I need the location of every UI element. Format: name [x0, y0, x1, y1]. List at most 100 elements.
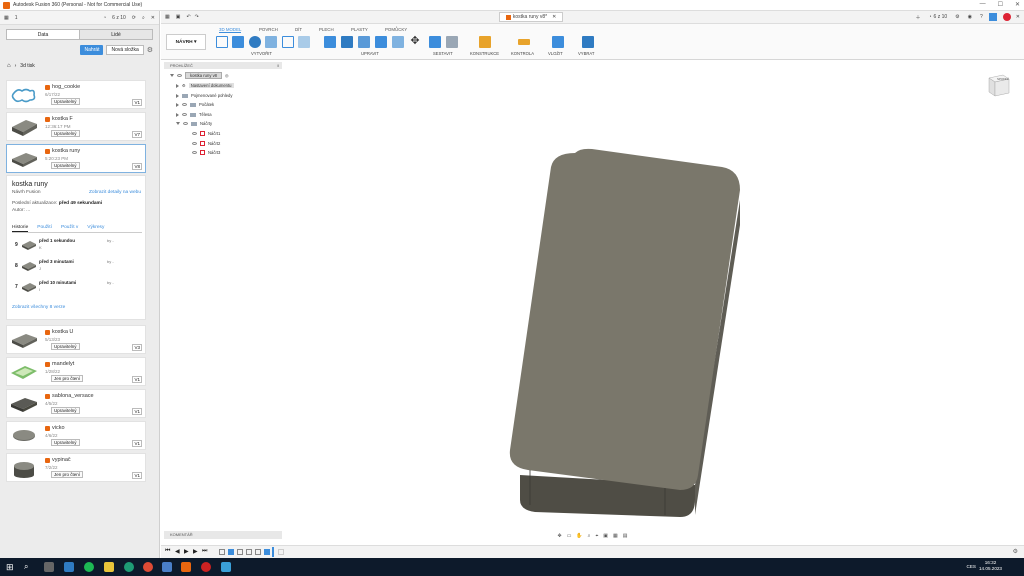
timeline-fillet-icon[interactable]	[264, 549, 270, 555]
press-pull-icon[interactable]	[324, 36, 336, 48]
grid-icon[interactable]: ▦	[165, 14, 170, 20]
history-row[interactable]: 7 před 10 minutami I by -	[15, 279, 143, 295]
tab-plastics[interactable]: PLASTY	[351, 27, 368, 32]
combine-icon[interactable]	[392, 36, 404, 48]
comments-bar[interactable]: KOMENTÁŘ	[164, 531, 282, 539]
expand-icon[interactable]	[176, 122, 180, 125]
look-at-icon[interactable]: ▭	[567, 533, 572, 539]
fit-icon[interactable]: ⌖	[595, 533, 598, 539]
browser-item[interactable]: Náčrty	[176, 119, 212, 128]
list-item[interactable]: sablona_versace 4/5/22 Upravitelný V1	[6, 389, 146, 418]
close-panel-icon[interactable]: ✕	[151, 15, 155, 21]
fusion-taskbar-icon[interactable]	[181, 562, 191, 572]
version-dropdown[interactable]: V1	[132, 99, 142, 106]
chamfer-icon[interactable]	[358, 36, 370, 48]
permission-dropdown[interactable]: Upravitelný	[51, 407, 80, 414]
new-component-icon[interactable]	[429, 36, 441, 48]
app-icon[interactable]	[221, 562, 231, 572]
timeline-suppressed-icon[interactable]	[278, 549, 284, 555]
timeline-sketch-icon[interactable]	[219, 549, 225, 555]
close-icon[interactable]: ✕	[1015, 1, 1020, 8]
help-icon[interactable]: ?	[980, 14, 983, 20]
permission-dropdown[interactable]: Jen pro čtení	[51, 471, 84, 478]
close-tab-icon[interactable]: ✕	[552, 14, 556, 20]
activate-icon[interactable]: ◎	[225, 73, 229, 78]
timeline-forward-icon[interactable]: ▶	[193, 548, 198, 555]
input-language[interactable]: CES	[967, 564, 976, 569]
version-dropdown[interactable]: V8	[132, 163, 142, 170]
breadcrumb-folder[interactable]: 3d tisk	[20, 63, 34, 69]
workspace-selector[interactable]: NÁVRH ▾	[166, 34, 206, 50]
browser-item[interactable]: Tělesa	[176, 110, 212, 119]
close-icon[interactable]: ✕	[1016, 14, 1020, 20]
windows-start-icon[interactable]: ⊞	[6, 562, 16, 572]
browser-sketch-item[interactable]: Náčrt3	[192, 148, 220, 157]
tab-surface[interactable]: POVRCH	[259, 27, 278, 32]
expand-icon[interactable]	[176, 93, 179, 98]
task-view-icon[interactable]	[44, 562, 54, 572]
permission-dropdown[interactable]: Upravitelný	[51, 343, 80, 350]
gear-icon[interactable]: ⚙	[147, 46, 153, 54]
file-explorer-icon[interactable]	[104, 562, 114, 572]
user-menu[interactable]: 1	[15, 15, 18, 21]
account-icon[interactable]	[988, 13, 997, 21]
joint-icon[interactable]	[446, 36, 458, 48]
history-row[interactable]: 8 před 3 minutami J by -	[15, 258, 143, 274]
permission-dropdown[interactable]: Jen pro čtení	[51, 375, 84, 382]
tab-mesh[interactable]: DÍT	[295, 27, 302, 32]
select-icon[interactable]	[582, 36, 594, 48]
group-assemble[interactable]: SESTAVIT	[433, 51, 453, 56]
list-item-selected[interactable]: kostka runy 5:20:23 PM Upravitelný V8	[6, 144, 146, 173]
pan-icon[interactable]: ✋	[576, 533, 582, 539]
revolve-icon[interactable]	[249, 36, 261, 48]
visibility-icon[interactable]	[182, 113, 187, 116]
version-dropdown[interactable]: V1	[132, 472, 142, 479]
orbit-icon[interactable]: ✥	[557, 533, 561, 539]
tab-document[interactable]: kostka runy v8* ✕	[498, 12, 564, 22]
browser-sketch-item[interactable]: Náčrt1	[192, 129, 220, 138]
browser-root[interactable]: kostka runy v8 ◎	[170, 71, 229, 80]
tab-drawings[interactable]: Výkresy	[87, 225, 104, 232]
list-item[interactable]: hog_cookie 6/17/22 Upravitelný V1	[6, 80, 146, 109]
spotify-icon[interactable]	[84, 562, 94, 572]
fillet-icon[interactable]	[341, 36, 353, 48]
expand-icon[interactable]	[176, 83, 179, 88]
app-icon[interactable]	[201, 562, 211, 572]
redo-icon[interactable]: ↷	[195, 14, 199, 20]
timeline-start-icon[interactable]: ⏮	[165, 548, 170, 555]
show-all-versions-link[interactable]: Zobrazit všechny 8 verze	[12, 305, 65, 310]
list-item[interactable]: vypinač 7/2/22 Jen pro čtení V1	[6, 453, 146, 482]
chrome-icon[interactable]	[143, 562, 153, 572]
browser-sketch-item[interactable]: Náčrt2	[192, 139, 220, 148]
expand-icon[interactable]	[176, 112, 179, 117]
search-icon[interactable]: ⌕	[142, 15, 145, 21]
version-dropdown[interactable]: V1	[132, 376, 142, 383]
visibility-icon[interactable]	[183, 122, 188, 125]
tab-people[interactable]: Lidé	[80, 30, 152, 39]
permission-dropdown[interactable]: Upravitelný	[51, 439, 80, 446]
version-dropdown[interactable]: V1	[132, 440, 142, 447]
timeline-extrude-icon[interactable]	[228, 549, 234, 555]
group-create[interactable]: VYTVOŘIT	[251, 51, 272, 56]
hole-icon[interactable]	[265, 36, 277, 48]
visibility-icon[interactable]	[177, 74, 182, 77]
timeline-settings-icon[interactable]: ⚙	[1013, 548, 1018, 555]
tab-utilities[interactable]: POMŮCKY	[385, 27, 407, 32]
group-modify[interactable]: UPRAVIT	[361, 51, 379, 56]
upload-button[interactable]: Nahrát	[80, 45, 104, 55]
tab-3d-model[interactable]: 3D MODEL	[219, 27, 242, 33]
visibility-icon[interactable]	[182, 103, 187, 106]
list-item[interactable]: mandelyt 1/28/22 Jen pro čtení V1	[6, 357, 146, 386]
search-icon[interactable]: ⌕	[24, 562, 34, 572]
history-row[interactable]: 9 před 1 sekundou K by -	[15, 237, 143, 253]
new-sketch-icon[interactable]	[216, 36, 228, 48]
minimize-icon[interactable]: —	[980, 1, 986, 8]
edge-icon[interactable]	[124, 562, 134, 572]
extrude-icon[interactable]	[232, 36, 244, 48]
tab-uses[interactable]: Použití	[37, 225, 52, 232]
group-inspect[interactable]: KONTROLA	[511, 51, 534, 56]
visibility-icon[interactable]	[192, 132, 197, 135]
permission-dropdown[interactable]: Upravitelný	[51, 130, 80, 137]
store-icon[interactable]	[64, 562, 74, 572]
expand-icon[interactable]	[176, 102, 179, 107]
